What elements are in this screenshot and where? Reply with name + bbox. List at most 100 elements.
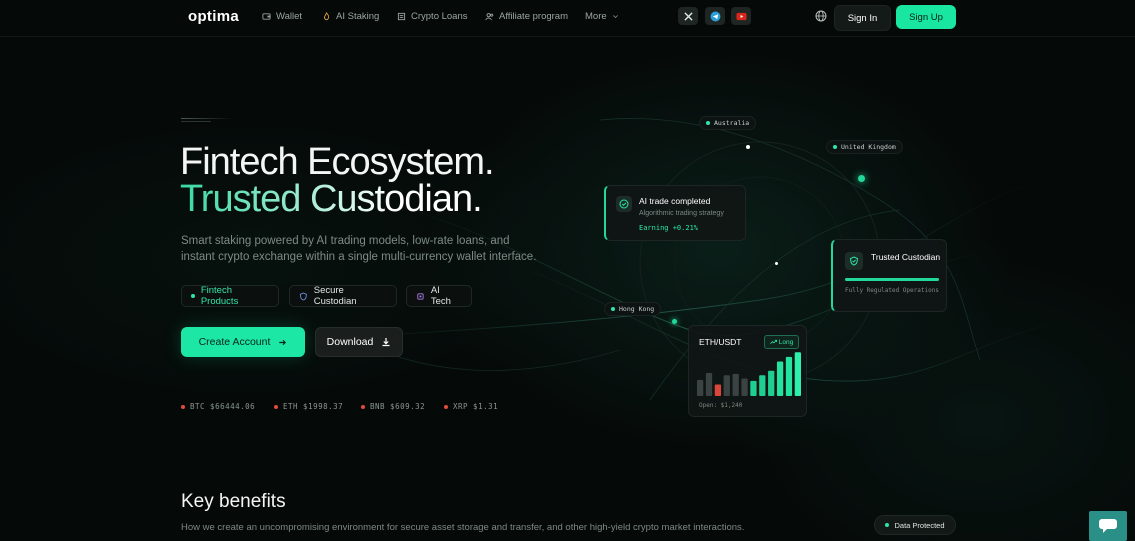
youtube-icon [735, 12, 747, 20]
card-subtitle: Algorithmic trading strategy [639, 210, 724, 217]
nav-item-label: Wallet [276, 11, 303, 22]
status-dot-icon [181, 404, 185, 409]
network-node [746, 145, 750, 149]
progress-bar [845, 278, 939, 281]
ticker-text: XRP $1.31 [453, 402, 499, 411]
flame-icon [324, 12, 330, 21]
tag-label: AI Tech [430, 285, 451, 307]
nav-item-label: Crypto Loans [411, 11, 468, 22]
ticker-text: ETH $1998.37 [283, 402, 344, 411]
ticker-bnb: BNB $609.32 [361, 402, 425, 411]
decorative-line [181, 121, 211, 122]
chat-icon [1099, 519, 1117, 533]
chart-bar [714, 384, 722, 396]
telegram-icon [710, 11, 720, 21]
open-price: Open: $1,240 [699, 402, 743, 409]
trend-up-icon [769, 339, 777, 345]
network-node [672, 319, 677, 324]
nav-item-label: More [585, 11, 607, 22]
youtube-social-button[interactable] [731, 7, 751, 25]
dot-icon [833, 145, 837, 149]
location-label: United Kingdom [841, 143, 896, 151]
chevron-down-icon [612, 15, 618, 19]
chart-bar [705, 373, 713, 396]
chart-bar [697, 379, 704, 396]
arrow-right-icon [279, 339, 287, 345]
card-title: AI trade completed [639, 196, 711, 206]
section-subtitle: How we create an uncompromising environm… [181, 522, 745, 533]
download-label: Download [326, 336, 374, 348]
section-title: Key benefits [181, 491, 286, 512]
dot-icon [706, 121, 710, 125]
ticker-text: BTC $66444.06 [190, 402, 256, 411]
download-icon [382, 338, 390, 347]
status-dot-icon [444, 404, 448, 409]
shield-check-icon [849, 256, 859, 266]
chart-bar [794, 352, 801, 396]
chart-bar [732, 373, 739, 396]
pair-label: ETH/USDT [699, 337, 742, 347]
shield-badge [845, 252, 863, 270]
chart-bar [741, 378, 748, 396]
users-icon [485, 13, 494, 21]
status-dot-icon [274, 404, 278, 409]
hero-title-accent: Trusted Custodian. [180, 178, 483, 220]
background-glow [0, 0, 1135, 541]
location-label: Hong Kong [619, 305, 655, 313]
ticker-text: BNB $609.32 [370, 402, 426, 411]
nav-item-crypto-loans[interactable]: Crypto Loans [397, 11, 468, 22]
x-social-button[interactable] [678, 7, 698, 25]
globe-icon[interactable] [815, 10, 827, 22]
nav-item-wallet[interactable]: Wallet [262, 11, 302, 22]
tag-secure-custodian[interactable]: Secure Custodian [289, 285, 397, 307]
sign-in-button[interactable]: Sign In [834, 5, 891, 31]
check-badge [616, 196, 632, 212]
location-australia: Australia [699, 116, 757, 130]
dot-icon [885, 523, 890, 527]
card-subtitle: Fully Regulated Operations [845, 287, 939, 294]
data-protected-badge: Data Protected [874, 515, 956, 535]
check-circle-icon [619, 199, 629, 209]
chart-bar [785, 356, 793, 396]
chart-bar [759, 375, 766, 396]
telegram-social-button[interactable] [705, 7, 725, 25]
nav-item-affiliate[interactable]: Affiliate program [485, 11, 568, 22]
x-icon [683, 11, 693, 21]
top-nav: optima Wallet AI Staking Crypto Loans Af… [0, 0, 1135, 37]
card-title: Trusted Custodian [871, 252, 941, 262]
tag-fintech-products[interactable]: Fintech Products [181, 285, 279, 307]
chart-bar [750, 380, 757, 396]
logo[interactable]: optima [188, 8, 239, 25]
nav-item-label: Affiliate program [499, 11, 568, 22]
status-dot-icon [361, 404, 365, 409]
chart-bar [723, 375, 730, 396]
download-button[interactable]: Download [315, 327, 403, 357]
network-node [858, 175, 865, 182]
earning-value: Earning +0.21% [639, 224, 699, 232]
nav-item-ai-staking[interactable]: AI Staking [322, 11, 379, 22]
location-label: Australia [714, 119, 750, 127]
dot-icon [611, 307, 615, 311]
ticker-eth: ETH $1998.37 [274, 402, 343, 411]
chip-icon [417, 292, 424, 300]
ticker-btc: BTC $66444.06 [181, 402, 255, 411]
location-united-kingdom: United Kingdom [826, 140, 903, 154]
network-lines [299, 118, 1081, 401]
mini-bar-chart [697, 352, 801, 396]
nav-item-more[interactable]: More [585, 11, 619, 22]
hero-subtitle: Smart staking powered by AI trading mode… [181, 235, 537, 263]
sign-up-button[interactable]: Sign Up [896, 5, 956, 29]
chart-bar [768, 370, 775, 396]
ai-trade-card: AI trade completed Algorithmic trading s… [604, 185, 746, 241]
trusted-custodian-card: Trusted Custodian Fully Regulated Operat… [831, 239, 947, 312]
tag-ai-tech[interactable]: AI Tech [406, 285, 472, 307]
badge-label: Long [778, 338, 794, 346]
loans-icon [397, 12, 406, 21]
tag-label: Secure Custodian [313, 285, 357, 307]
decorative-line [181, 118, 233, 119]
eth-usdt-card: ETH/USDT Long Open: $1,240 [688, 325, 807, 417]
create-account-button[interactable]: Create Account [181, 327, 305, 357]
chat-button[interactable] [1089, 511, 1127, 541]
create-account-label: Create Account [198, 336, 271, 348]
long-badge: Long [764, 335, 799, 349]
